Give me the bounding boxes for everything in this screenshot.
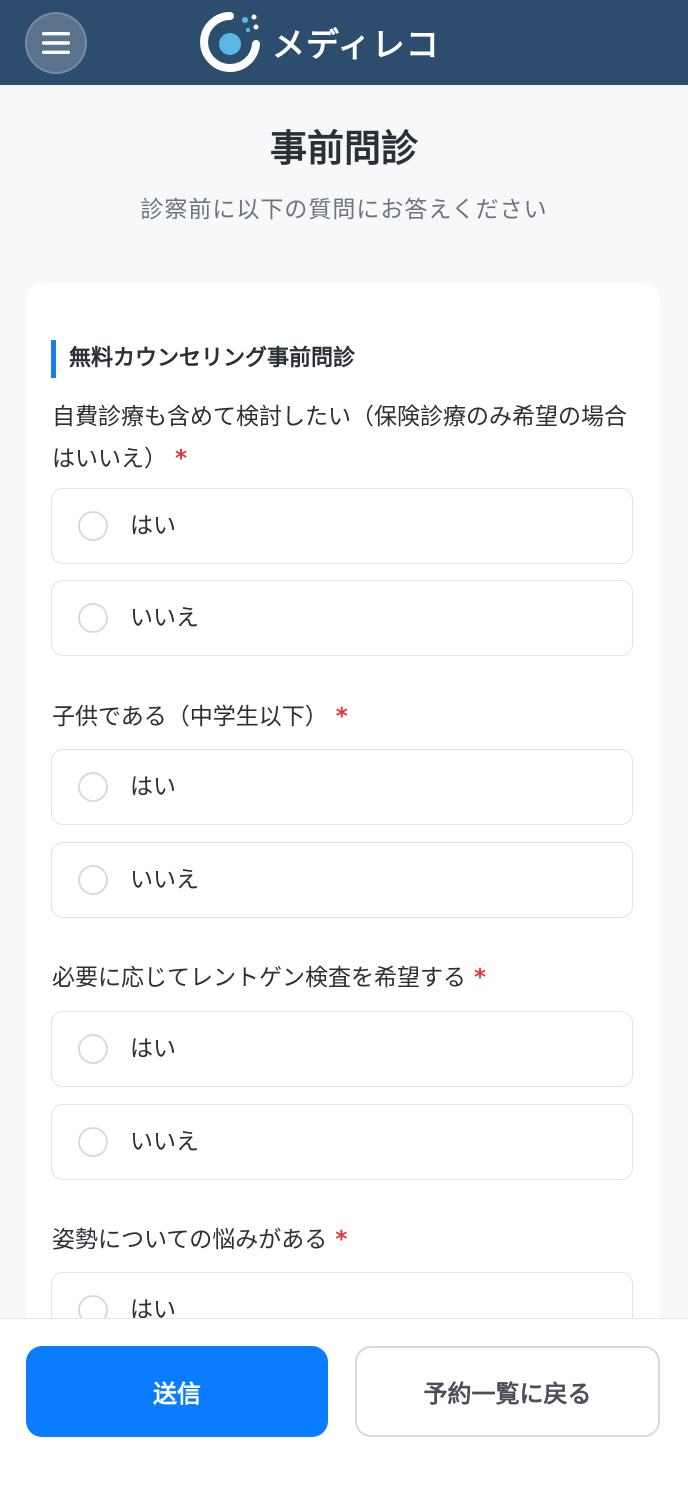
question-text: 子供である（中学生以下）	[52, 704, 328, 730]
question-label: 自費診療も含めて検討したい（保険診療のみ希望の場合はいいえ） *	[52, 396, 632, 480]
option-yes[interactable]: はい	[51, 1011, 633, 1087]
required-mark: *	[335, 704, 348, 730]
option-no[interactable]: いいえ	[51, 842, 633, 918]
option-yes[interactable]: はい	[51, 749, 633, 825]
menu-button[interactable]	[25, 12, 87, 74]
page-subtitle: 診察前に以下の質問にお答えください	[140, 197, 548, 223]
option-label: いいえ	[130, 1129, 199, 1155]
question-label: 子供である（中学生以下） *	[52, 696, 632, 738]
option-label: いいえ	[130, 867, 199, 893]
question-text: 自費診療も含めて検討したい（保険診療のみ希望の場合はいいえ）	[52, 404, 627, 472]
submit-button[interactable]: 送信	[26, 1346, 328, 1437]
option-label: いいえ	[130, 605, 199, 631]
option-label: はい	[130, 513, 176, 539]
question-text: 必要に応じてレントゲン検査を希望する	[52, 965, 466, 991]
required-mark: *	[474, 965, 487, 991]
radio-button[interactable]	[78, 1034, 108, 1064]
option-yes[interactable]: はい	[51, 488, 633, 564]
option-no[interactable]: いいえ	[51, 580, 633, 656]
logo-mark-icon	[200, 12, 260, 72]
radio-button[interactable]	[78, 772, 108, 802]
app-header: メディレコ	[0, 0, 688, 85]
section-title: 無料カウンセリング事前問診	[51, 340, 355, 378]
required-mark: *	[175, 446, 188, 472]
required-mark: *	[335, 1227, 348, 1253]
question-text: 姿勢についての悩みがある	[52, 1227, 328, 1253]
question-label: 必要に応じてレントゲン検査を希望する *	[52, 957, 632, 999]
page-title: 事前問診	[270, 127, 418, 170]
hamburger-icon	[42, 32, 70, 54]
brand-name: メディレコ	[272, 25, 440, 64]
brand-logo[interactable]: メディレコ	[198, 10, 440, 74]
radio-button[interactable]	[78, 603, 108, 633]
radio-button[interactable]	[78, 1127, 108, 1157]
option-label: はい	[130, 774, 176, 800]
back-to-reservations-button[interactable]: 予約一覧に戻る	[355, 1346, 660, 1437]
option-label: はい	[130, 1036, 176, 1062]
radio-button[interactable]	[78, 511, 108, 541]
question-label: 姿勢についての悩みがある *	[52, 1219, 632, 1261]
radio-button[interactable]	[78, 865, 108, 895]
option-no[interactable]: いいえ	[51, 1104, 633, 1180]
